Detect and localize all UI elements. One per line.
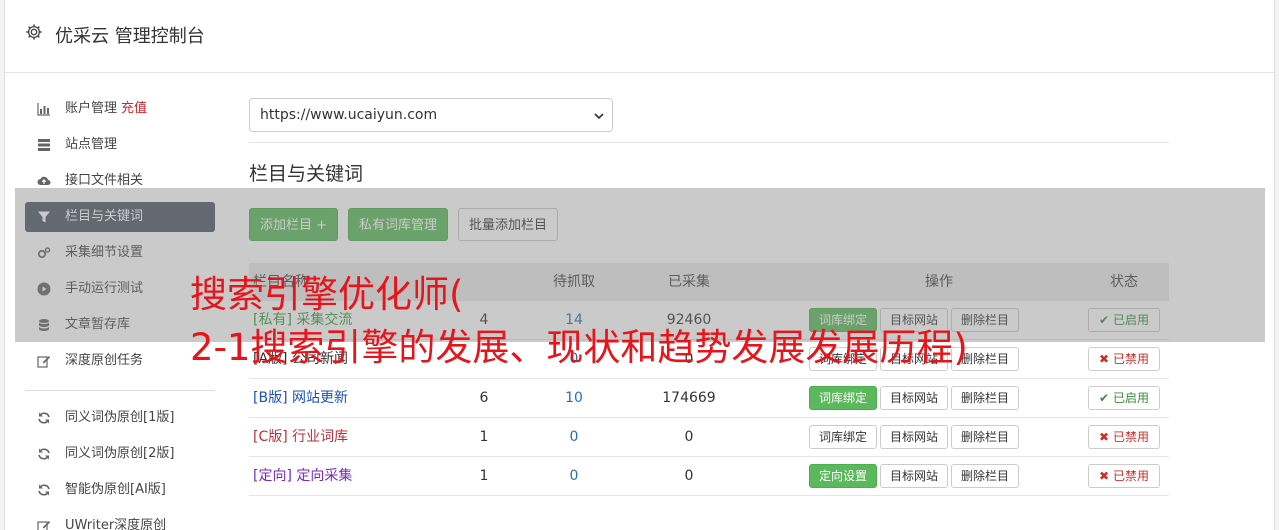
refresh-icon bbox=[38, 484, 50, 496]
overlay-line-2: 2-1搜索引擎的发展、现状和趋势发展发展历程) bbox=[190, 326, 968, 369]
bind-lexicon-button[interactable]: 词库绑定 bbox=[809, 425, 878, 449]
sidebar-item-uwriter[interactable]: UWriter深度原创 bbox=[25, 511, 215, 530]
edit-icon bbox=[37, 356, 51, 368]
collected-count: 0 bbox=[684, 429, 694, 445]
status-label: 已禁用 bbox=[1112, 430, 1149, 444]
delete-column-button[interactable]: 删除栏目 bbox=[951, 386, 1020, 410]
section-title: 栏目与关键词 bbox=[249, 163, 364, 185]
site-select[interactable]: https://www.ucaiyun.com bbox=[249, 98, 613, 132]
column-title: 网站更新 bbox=[291, 390, 348, 406]
status-toggle[interactable]: ✖ 已禁用 bbox=[1088, 425, 1160, 449]
sidebar-item-label: 同义词伪原创[1版] bbox=[65, 410, 175, 425]
column-title: 行业词库 bbox=[292, 429, 349, 445]
header: 优采云 管理控制台 bbox=[5, 0, 1274, 73]
target-sites-button[interactable]: 目标网站 bbox=[880, 464, 949, 488]
table-row: [B版] 网站更新 6 10 174669 词库绑定 目标网站 删除栏目 ✔ 已启用 bbox=[249, 379, 1169, 418]
table-row: [定向] 定向采集 1 0 0 定向设置 目标网站 删除栏目 ✖ 已禁用 bbox=[249, 457, 1169, 496]
site-select-value: https://www.ucaiyun.com bbox=[260, 107, 438, 123]
status-cell: ✖ 已禁用 bbox=[1079, 457, 1169, 495]
table-row: [C版] 行业词库 1 0 0 词库绑定 目标网站 删除栏目 ✖ 已禁用 bbox=[249, 418, 1169, 457]
column-name[interactable]: [B版] 网站更新 bbox=[253, 379, 348, 417]
check-icon: ✔ bbox=[1099, 391, 1110, 405]
sidebar-item-synonym-1[interactable]: 同义词伪原创[1版] bbox=[25, 403, 215, 433]
sidebar-item-deep-original[interactable]: 深度原创任务 bbox=[25, 346, 215, 376]
sidebar-item-label: 站点管理 bbox=[65, 137, 118, 152]
bind-lexicon-button[interactable]: 词库绑定 bbox=[809, 386, 878, 410]
column-name[interactable]: [定向] 定向采集 bbox=[253, 457, 352, 495]
column-tag: [B版] bbox=[253, 390, 288, 406]
status-label: 已禁用 bbox=[1112, 469, 1149, 483]
collected-count: 0 bbox=[684, 468, 694, 484]
bind-lexicon-button[interactable]: 定向设置 bbox=[809, 464, 878, 488]
bar-chart-icon bbox=[37, 103, 50, 116]
sidebar-item-account[interactable]: 账户管理 充值 bbox=[25, 94, 215, 124]
pending-count[interactable]: 0 bbox=[529, 457, 619, 495]
target-sites-button[interactable]: 目标网站 bbox=[880, 425, 949, 449]
column-tag: [定向] bbox=[253, 468, 292, 484]
row-actions: 词库绑定 目标网站 删除栏目 bbox=[809, 418, 1069, 456]
sidebar-divider bbox=[25, 390, 215, 391]
sidebar-item-synonym-2[interactable]: 同义词伪原创[2版] bbox=[25, 439, 215, 469]
recharge-link[interactable]: 充值 bbox=[121, 101, 147, 116]
pending-count[interactable]: 10 bbox=[529, 379, 619, 417]
close-icon: ✖ bbox=[1099, 469, 1110, 483]
divider bbox=[249, 142, 1169, 143]
sidebar-item-sites[interactable]: 站点管理 bbox=[25, 130, 215, 160]
status-toggle[interactable]: ✖ 已禁用 bbox=[1088, 464, 1160, 488]
delete-column-button[interactable]: 删除栏目 bbox=[951, 464, 1020, 488]
status-toggle[interactable]: ✔ 已启用 bbox=[1088, 386, 1160, 410]
delete-column-button[interactable]: 删除栏目 bbox=[951, 425, 1020, 449]
sidebar-item-ai[interactable]: 智能伪原创[AI版] bbox=[25, 475, 215, 505]
gear-icon bbox=[26, 24, 42, 40]
status-cell: ✖ 已禁用 bbox=[1079, 418, 1169, 456]
target-sites-button[interactable]: 目标网站 bbox=[880, 386, 949, 410]
row-actions: 词库绑定 目标网站 删除栏目 bbox=[809, 379, 1069, 417]
column-name[interactable]: [C版] 行业词库 bbox=[253, 418, 348, 456]
keyword-count: 1 bbox=[479, 468, 489, 484]
keyword-count: 1 bbox=[479, 429, 489, 445]
sidebar-item-label: 深度原创任务 bbox=[65, 353, 144, 368]
status-cell: ✔ 已启用 bbox=[1079, 379, 1169, 417]
page-title: 优采云 管理控制台 bbox=[55, 26, 205, 47]
status-label: 已启用 bbox=[1112, 391, 1149, 405]
close-icon: ✖ bbox=[1099, 430, 1110, 444]
chevron-down-icon bbox=[594, 113, 604, 120]
row-actions: 定向设置 目标网站 删除栏目 bbox=[809, 457, 1069, 495]
server-icon bbox=[38, 139, 50, 151]
keyword-count: 6 bbox=[479, 390, 489, 406]
refresh-icon bbox=[38, 448, 50, 460]
column-tag: [C版] bbox=[253, 429, 288, 445]
sidebar-item-label: UWriter深度原创 bbox=[65, 518, 167, 530]
cloud-upload-icon bbox=[37, 176, 51, 185]
sidebar-item-label: 同义词伪原创[2版] bbox=[65, 446, 175, 461]
edit-icon bbox=[37, 521, 51, 530]
sidebar-item-label: 智能伪原创[AI版] bbox=[65, 482, 166, 497]
sidebar-item-label: 账户管理 bbox=[65, 101, 118, 116]
overlay-caption: 搜索引擎优化师( 2-1搜索引擎的发展、现状和趋势发展发展历程) bbox=[190, 268, 1270, 374]
column-title: 定向采集 bbox=[296, 468, 353, 484]
sidebar-item-label: 接口文件相关 bbox=[65, 173, 144, 188]
refresh-icon bbox=[38, 412, 50, 424]
collected-count: 174669 bbox=[662, 390, 716, 406]
overlay-line-1: 搜索引擎优化师( bbox=[190, 273, 464, 316]
pending-count[interactable]: 0 bbox=[529, 418, 619, 456]
